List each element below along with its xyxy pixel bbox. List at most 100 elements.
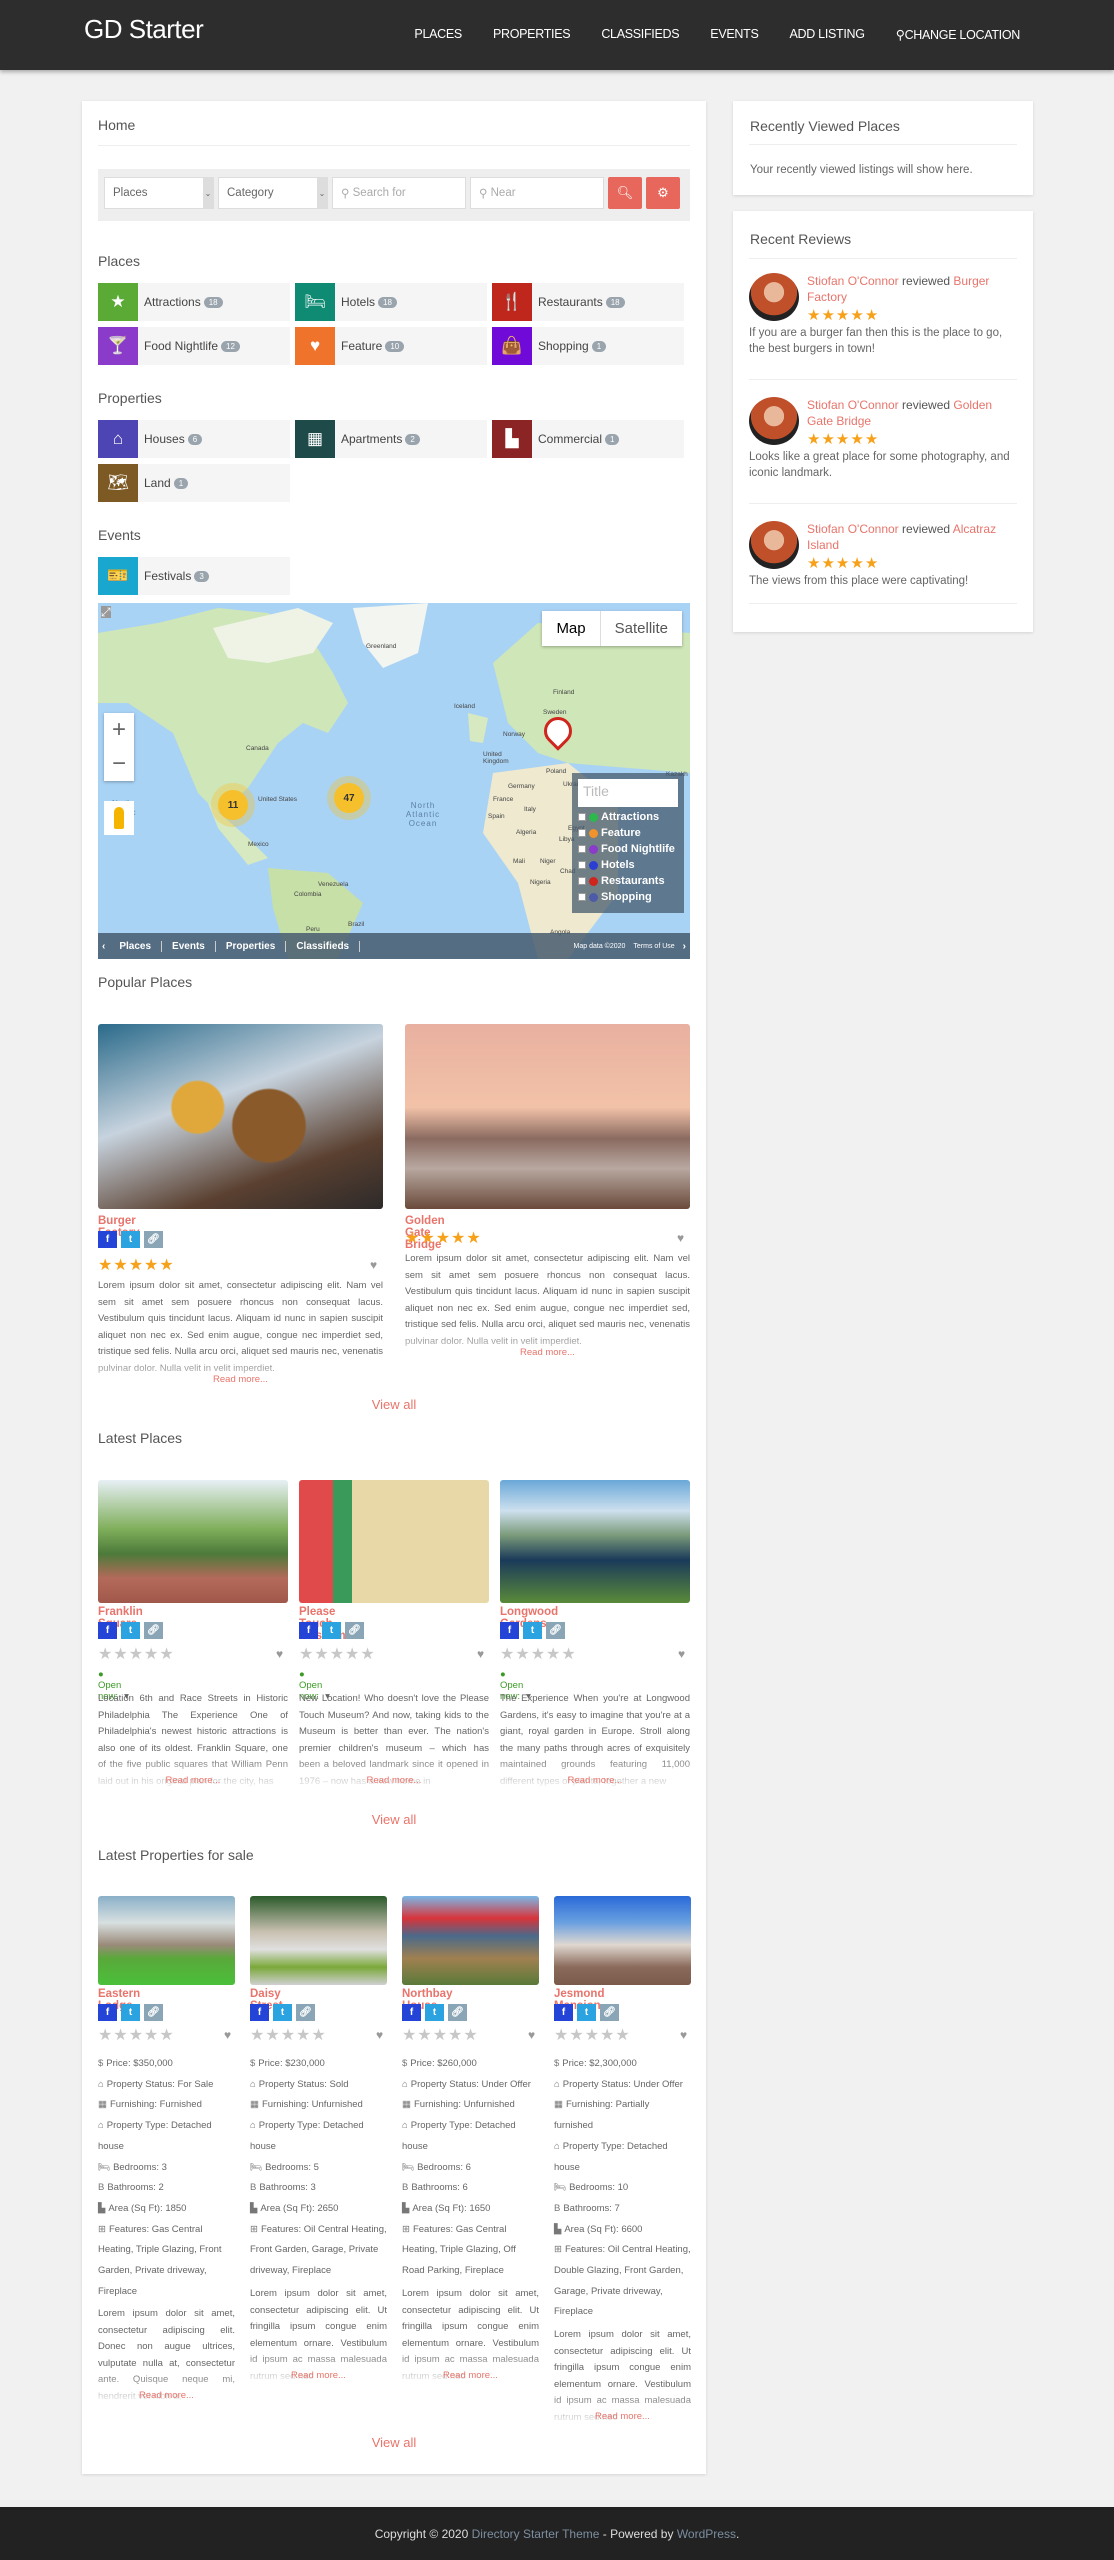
marker-cluster[interactable]: 11: [218, 790, 248, 820]
avatar[interactable]: [749, 521, 799, 569]
map-terms-link[interactable]: Terms of Use: [629, 943, 678, 950]
link-icon[interactable]: 🔗︎: [296, 2004, 315, 2021]
read-more-link[interactable]: Read more...: [98, 1773, 288, 1790]
category-restaurants[interactable]: 🍴 Restaurants 18: [492, 283, 684, 321]
link-icon[interactable]: 🔗︎: [546, 1622, 565, 1639]
properties-view-all-link[interactable]: View all: [82, 2435, 706, 2450]
chevron-right-icon[interactable]: ›: [679, 941, 690, 952]
zoom-out-button[interactable]: −: [104, 747, 134, 781]
read-more-link[interactable]: Read more...: [402, 2368, 539, 2385]
nav-add-listing[interactable]: ADD LISTING: [790, 27, 865, 42]
avatar[interactable]: [749, 273, 799, 321]
category-hotels[interactable]: 🛏 Hotels 18: [295, 283, 487, 321]
map-tab-classifieds[interactable]: Classifieds: [286, 940, 361, 952]
category-commercial[interactable]: ▙ Commercial 1: [492, 420, 684, 458]
link-icon[interactable]: 🔗︎: [144, 1231, 163, 1248]
read-more-link[interactable]: Read more...: [98, 1372, 383, 1389]
nav-properties[interactable]: PROPERTIES: [493, 27, 571, 42]
legend-item[interactable]: Hotels: [578, 859, 678, 871]
favorite-heart-icon[interactable]: ♥: [376, 2028, 383, 2042]
twitter-icon[interactable]: t: [322, 1622, 341, 1639]
place-image[interactable]: [98, 1480, 288, 1603]
category-apartments[interactable]: ▦ Apartments 2: [295, 420, 487, 458]
twitter-icon[interactable]: t: [121, 2004, 140, 2021]
category-food-nightlife[interactable]: 🍸 Food Nightlife 12: [98, 327, 290, 365]
twitter-icon[interactable]: t: [121, 1622, 140, 1639]
read-more-link[interactable]: Read more...: [500, 1773, 690, 1790]
site-logo[interactable]: GD Starter: [84, 14, 204, 45]
category-land[interactable]: 🗺 Land 1: [98, 464, 290, 502]
read-more-link[interactable]: Read more...: [554, 2409, 691, 2426]
favorite-heart-icon[interactable]: ♥: [224, 2028, 231, 2042]
legend-item[interactable]: Restaurants: [578, 875, 678, 887]
twitter-icon[interactable]: t: [425, 2004, 444, 2021]
favorite-heart-icon[interactable]: ♥: [677, 1231, 684, 1245]
map-tab-places[interactable]: Places: [109, 940, 163, 952]
category-houses[interactable]: ⌂ Houses 6: [98, 420, 290, 458]
nav-events[interactable]: EVENTS: [710, 27, 759, 42]
twitter-icon[interactable]: t: [273, 2004, 292, 2021]
facebook-icon[interactable]: f: [402, 2004, 421, 2021]
map-type-map[interactable]: Map: [542, 611, 601, 646]
favorite-heart-icon[interactable]: ♥: [477, 1647, 484, 1661]
nav-places[interactable]: PLACES: [414, 27, 462, 42]
facebook-icon[interactable]: f: [98, 2004, 117, 2021]
map-type-satellite[interactable]: Satellite: [601, 611, 682, 646]
read-more-link[interactable]: Read more...: [98, 2388, 235, 2405]
legend-item[interactable]: Feature: [578, 827, 678, 839]
category-feature[interactable]: ♥ Feature 10: [295, 327, 487, 365]
facebook-icon[interactable]: f: [250, 2004, 269, 2021]
chevron-left-icon[interactable]: ‹: [98, 941, 109, 952]
favorite-heart-icon[interactable]: ♥: [276, 1647, 283, 1661]
theme-link[interactable]: Directory Starter Theme: [472, 2527, 600, 2541]
category-shopping[interactable]: 👜 Shopping 1: [492, 327, 684, 365]
checkbox-checked-icon[interactable]: [578, 861, 586, 869]
category-festivals[interactable]: 🎫 Festivals 3: [98, 557, 290, 595]
map[interactable]: Greenland Iceland Finland Sweden Norway …: [98, 603, 690, 959]
property-image[interactable]: [402, 1896, 539, 1985]
post-type-select[interactable]: Places ⌄: [104, 177, 214, 209]
facebook-icon[interactable]: f: [500, 1622, 519, 1639]
legend-item[interactable]: Attractions: [578, 811, 678, 823]
favorite-heart-icon[interactable]: ♥: [678, 1647, 685, 1661]
link-icon[interactable]: 🔗︎: [345, 1622, 364, 1639]
latest-view-all-link[interactable]: View all: [82, 1812, 706, 1827]
favorite-heart-icon[interactable]: ♥: [680, 2028, 687, 2042]
advanced-search-button[interactable]: ⚙: [646, 177, 680, 209]
place-image[interactable]: [299, 1480, 489, 1603]
property-image[interactable]: [250, 1896, 387, 1985]
link-icon[interactable]: 🔗︎: [448, 2004, 467, 2021]
zoom-in-button[interactable]: +: [104, 713, 134, 747]
nav-classifieds[interactable]: CLASSIFIEDS: [601, 27, 679, 42]
marker-cluster[interactable]: 47: [334, 783, 364, 813]
twitter-icon[interactable]: t: [121, 1231, 140, 1248]
twitter-icon[interactable]: t: [523, 1622, 542, 1639]
read-more-link[interactable]: Read more...: [299, 1773, 489, 1790]
popular-view-all-link[interactable]: View all: [82, 1397, 706, 1412]
facebook-icon[interactable]: f: [299, 1622, 318, 1639]
legend-item[interactable]: Shopping: [578, 891, 678, 903]
property-image[interactable]: [98, 1896, 235, 1985]
checkbox-checked-icon[interactable]: [578, 877, 586, 885]
property-image[interactable]: [554, 1896, 691, 1985]
twitter-icon[interactable]: t: [577, 2004, 596, 2021]
category-select[interactable]: Category ⌄: [218, 177, 328, 209]
place-image[interactable]: [98, 1024, 383, 1209]
place-image[interactable]: [405, 1024, 690, 1209]
read-more-link[interactable]: Read more...: [250, 2368, 387, 2385]
facebook-icon[interactable]: f: [98, 1622, 117, 1639]
legend-item[interactable]: Food Nightlife: [578, 843, 678, 855]
link-icon[interactable]: 🔗︎: [144, 1622, 163, 1639]
search-input[interactable]: ⚲ Search for: [332, 177, 466, 209]
checkbox-checked-icon[interactable]: [578, 893, 586, 901]
category-attractions[interactable]: ★ Attractions 18: [98, 283, 290, 321]
link-icon[interactable]: 🔗︎: [144, 2004, 163, 2021]
review-author-link[interactable]: Stiofan O'Connor: [807, 274, 899, 288]
avatar[interactable]: [749, 397, 799, 445]
search-button[interactable]: 🔍︎: [608, 177, 642, 209]
map-tab-events[interactable]: Events: [162, 940, 216, 952]
favorite-heart-icon[interactable]: ♥: [370, 1258, 377, 1272]
map-tab-properties[interactable]: Properties: [216, 940, 287, 952]
wordpress-link[interactable]: WordPress: [677, 2527, 736, 2541]
favorite-heart-icon[interactable]: ♥: [528, 2028, 535, 2042]
